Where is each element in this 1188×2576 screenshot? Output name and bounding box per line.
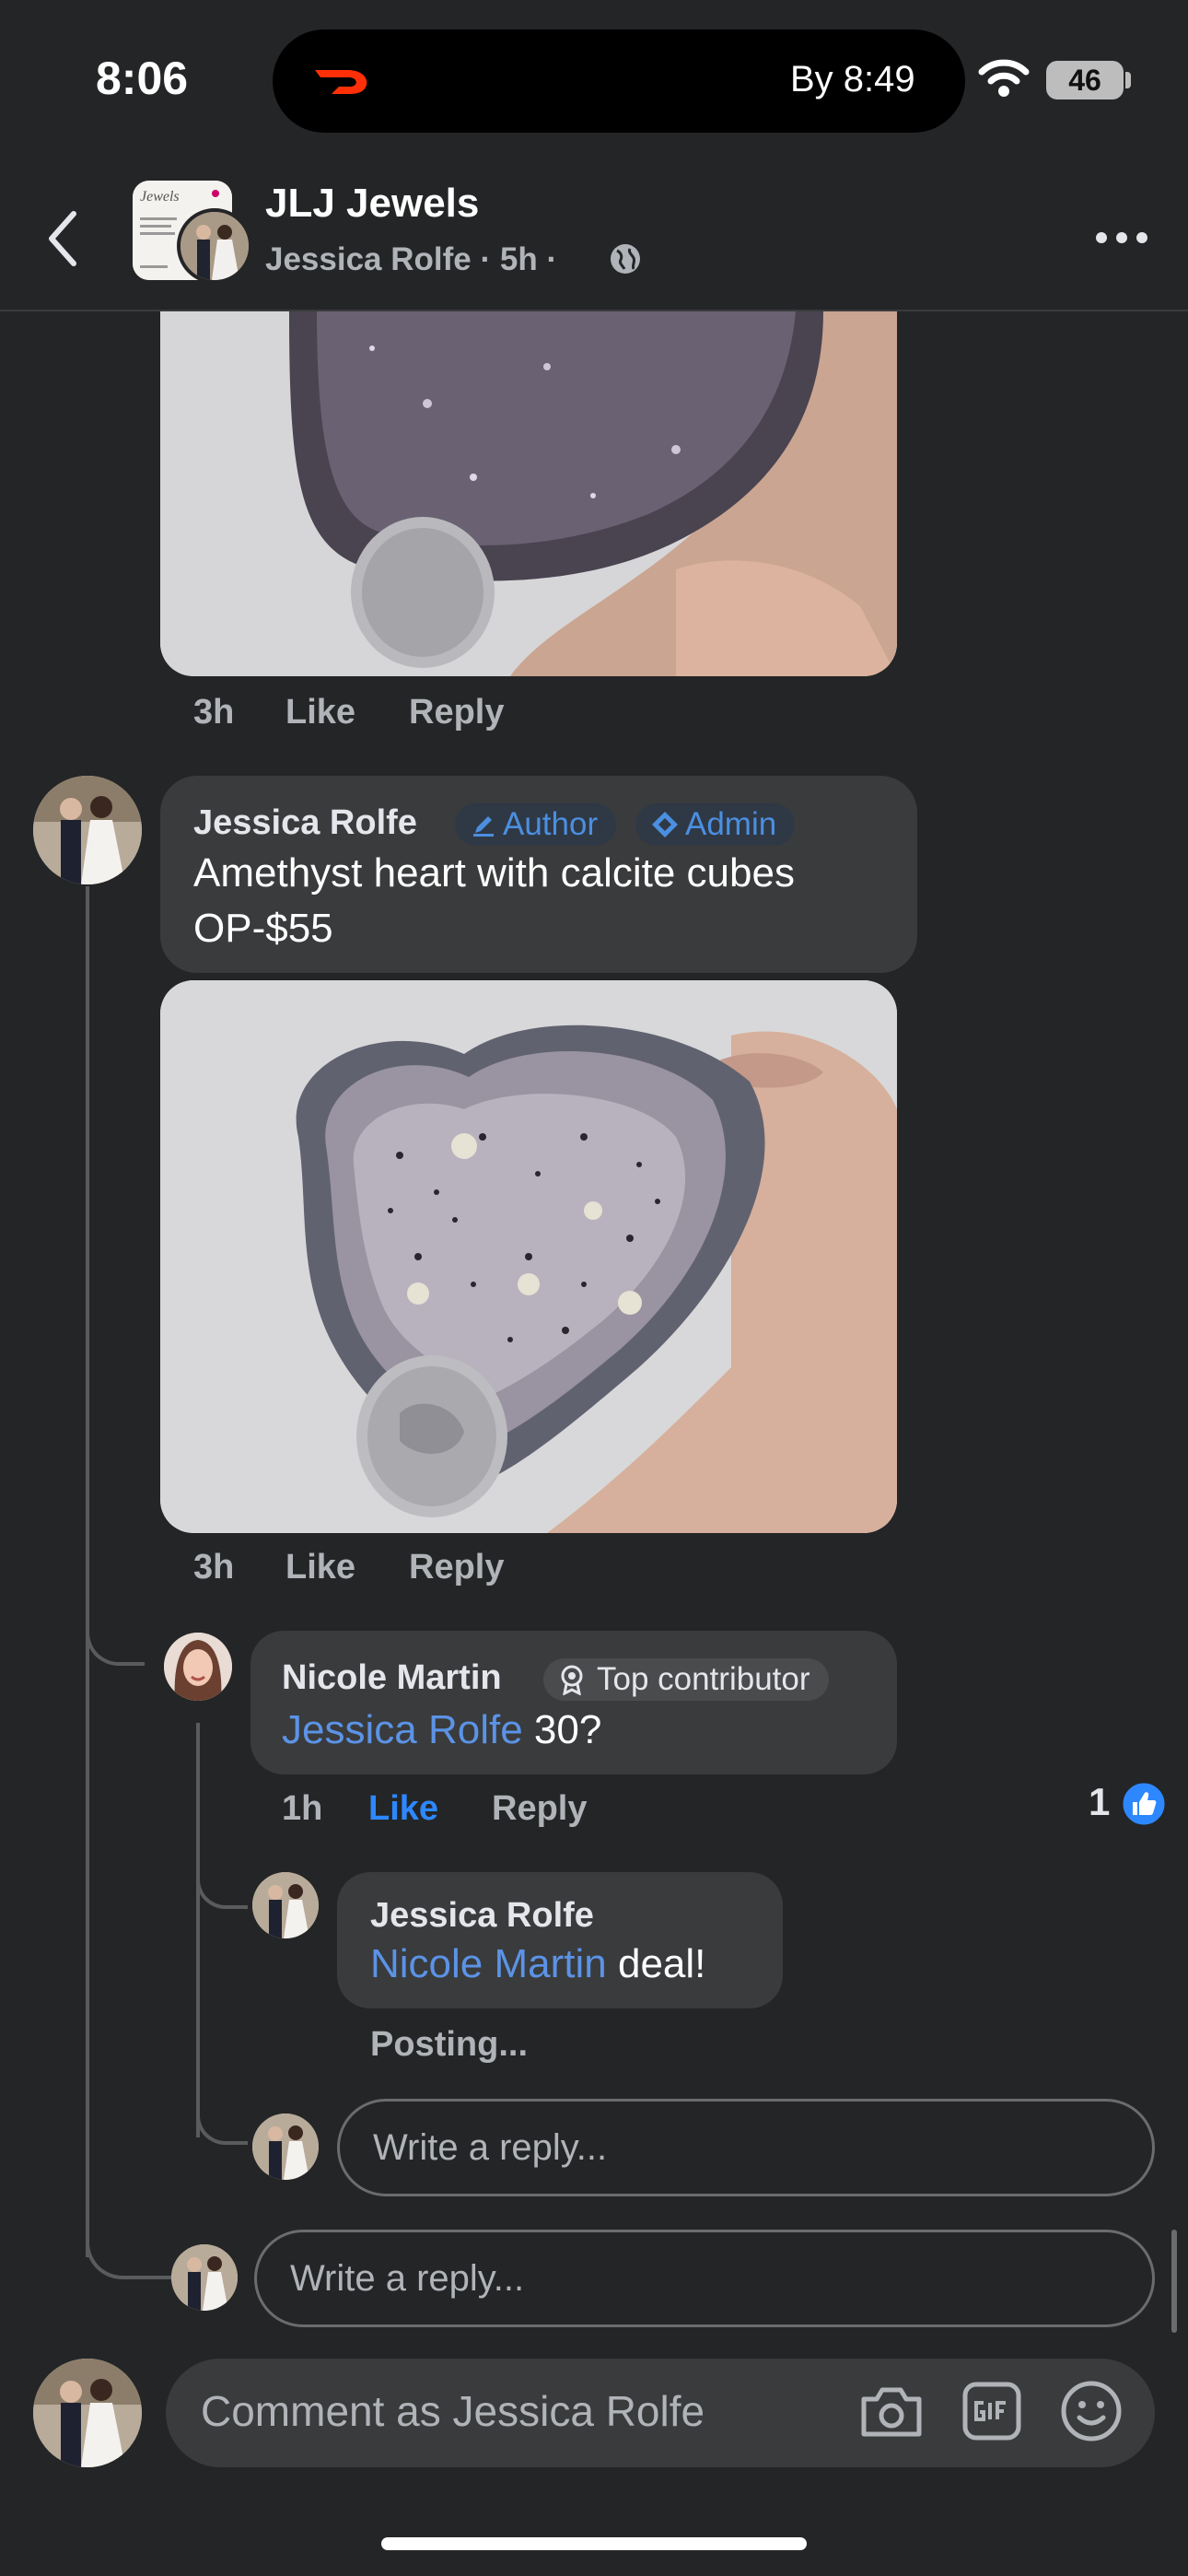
top-contributor-label: Top contributor <box>597 1661 810 1697</box>
admin-badge: Admin <box>635 803 796 846</box>
jessica-avatar-input-thread <box>171 2244 238 2311</box>
camera-icon[interactable] <box>858 2384 925 2440</box>
reaction-count[interactable]: 1 <box>1089 1780 1110 1824</box>
author-badge-label: Author <box>503 806 599 842</box>
reply-1-reply-button[interactable]: Reply <box>492 1789 587 1829</box>
scrollbar[interactable] <box>1171 2230 1177 2333</box>
comment-2-reply-button[interactable]: Reply <box>409 1548 504 1587</box>
pencil-icon <box>473 816 494 837</box>
doordash-icon <box>315 70 367 94</box>
group-name[interactable]: JLJ Jewels <box>265 181 479 227</box>
comment-text-line2: OP-$55 <box>193 906 333 951</box>
home-indicator <box>381 2537 807 2550</box>
composer-placeholder: Comment as Jessica Rolfe <box>201 2387 705 2435</box>
comment-1-like-button[interactable]: Like <box>285 693 355 732</box>
thread-connector-reply <box>86 1622 145 1666</box>
reply-1-like-button[interactable]: Like <box>368 1789 438 1829</box>
thread-reply-input[interactable]: Write a reply... <box>254 2230 1155 2327</box>
comment-2-like-button[interactable]: Like <box>285 1548 355 1587</box>
reply-text-nicole-body: 30? <box>522 1707 602 1752</box>
thread-connector-nested-reply <box>196 1857 248 1909</box>
comment-2-time: 3h <box>193 1548 235 1587</box>
reply-author-nicole[interactable]: Nicole Martin <box>282 1658 502 1698</box>
wifi-icon <box>978 59 1030 97</box>
posting-status: Posting... <box>370 2025 528 2064</box>
reply-author-jessica[interactable]: Jessica Rolfe <box>370 1896 594 1936</box>
thread-connector-nested-input <box>196 2091 248 2145</box>
post-meta: Jessica Rolfe · 5h · <box>265 241 557 278</box>
commenter-avatar[interactable] <box>33 776 142 884</box>
nicole-avatar[interactable] <box>164 1633 232 1701</box>
reply-1-time: 1h <box>282 1789 323 1828</box>
back-arrow-icon[interactable] <box>44 208 81 269</box>
globe-icon <box>611 244 640 274</box>
reply-text-nicole: Jessica Rolfe 30? <box>282 1703 601 1758</box>
top-contributor-badge: Top contributor <box>543 1658 829 1701</box>
comment-author-name[interactable]: Jessica Rolfe <box>193 803 417 843</box>
emoji-icon[interactable] <box>1059 2379 1124 2443</box>
comment-photo-amethyst-heart[interactable] <box>160 980 897 1533</box>
post-age: 5h <box>499 241 538 277</box>
author-avatar-small[interactable] <box>177 208 252 284</box>
thread-line-main <box>86 886 89 2257</box>
nested-reply-input[interactable]: Write a reply... <box>337 2099 1155 2196</box>
battery-nub <box>1125 72 1131 88</box>
comment-1-reply-button[interactable]: Reply <box>409 693 504 732</box>
battery-indicator: 46 <box>1046 61 1124 100</box>
more-options-icon[interactable] <box>1094 230 1149 245</box>
gif-icon[interactable] <box>961 2381 1022 2441</box>
thread-line-nested <box>196 1723 200 2137</box>
status-time: 8:06 <box>96 53 189 104</box>
svg-text:Jewels: Jewels <box>140 189 180 205</box>
jessica-avatar-input-nested <box>252 2113 319 2180</box>
reply-text-jessica-body: deal! <box>606 1941 706 1986</box>
comment-text-line1: Amethyst heart with calcite cubes <box>193 850 795 896</box>
mention-nicole[interactable]: Nicole Martin <box>370 1941 607 1986</box>
composer-avatar <box>33 2359 142 2467</box>
live-activity-text: By 8:49 <box>790 59 915 100</box>
meta-separator: · <box>480 241 492 277</box>
admin-diamond-icon <box>652 812 678 837</box>
thread-connector-main-input <box>86 2211 174 2279</box>
meta-separator: · <box>546 241 558 277</box>
like-reaction-icon[interactable] <box>1120 1780 1168 1828</box>
post-author[interactable]: Jessica Rolfe <box>265 241 472 277</box>
admin-badge-label: Admin <box>685 806 777 842</box>
author-badge: Author <box>455 803 617 846</box>
mention-jessica[interactable]: Jessica Rolfe <box>282 1707 523 1752</box>
thread-reply-placeholder: Write a reply... <box>290 2257 525 2299</box>
reply-text-jessica: Nicole Martin deal! <box>370 1937 705 1992</box>
nested-reply-placeholder: Write a reply... <box>373 2126 608 2168</box>
comment-photo-amethyst-1[interactable] <box>160 311 897 676</box>
comment-1-time: 3h <box>193 693 235 732</box>
award-icon <box>561 1665 583 1695</box>
jessica-avatar-reply[interactable] <box>252 1872 319 1938</box>
